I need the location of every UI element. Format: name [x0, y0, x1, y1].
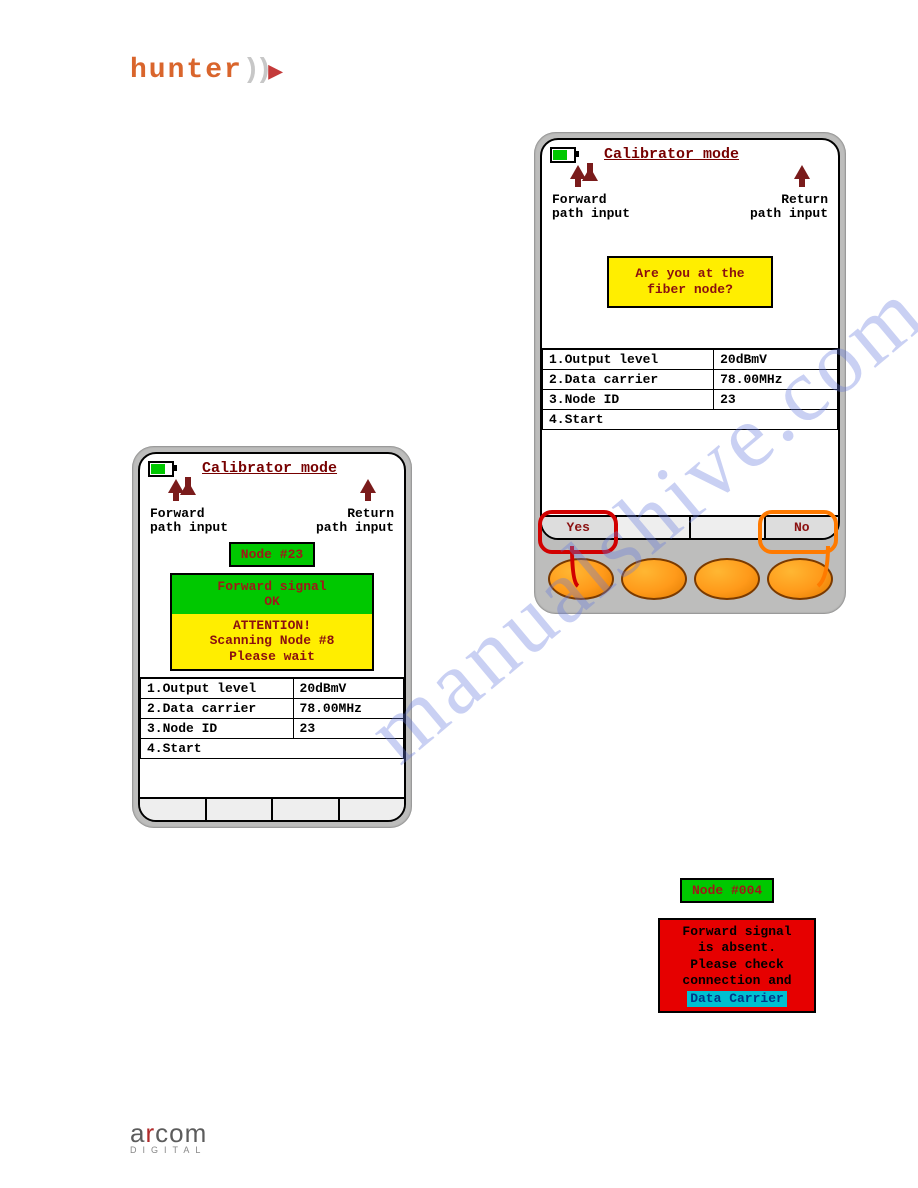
table-row: 4.Start [543, 410, 838, 430]
swoosh-icon: )) [243, 55, 269, 86]
softkey-yes[interactable]: Yes [542, 517, 617, 538]
table-row: 4.Start [141, 738, 404, 758]
settings-table: 1.Output level20dBmV 2.Data carrier78.00… [140, 677, 404, 759]
node-badge: Node #004 [680, 878, 774, 903]
device-left: Calibrator mode Forward path input Retur… [132, 446, 412, 828]
table-row: 3.Node ID23 [141, 718, 404, 738]
battery-icon [148, 461, 174, 477]
hardware-button-2[interactable] [621, 558, 687, 600]
device-right: Calibrator mode Forward path input Retur… [534, 132, 846, 614]
softkey-blank: . [617, 517, 692, 538]
return-path-label: Return path input [277, 507, 394, 536]
arrow-icon: ▶ [268, 63, 284, 83]
up-arrow-icon [360, 479, 376, 493]
softkey-blank: . [691, 517, 766, 538]
table-row: 1.Output level20dBmV [141, 678, 404, 699]
battery-icon [550, 147, 576, 163]
table-row: 2.Data carrier78.00MHz [543, 370, 838, 390]
settings-table: 1.Output level20dBmV 2.Data carrier78.00… [542, 348, 838, 430]
hardware-button-3[interactable] [694, 558, 760, 600]
screen-title: Calibrator mode [202, 460, 337, 477]
up-arrow-icon [794, 165, 810, 179]
softkey-blank: . [273, 799, 340, 820]
softkey-blank: . [207, 799, 274, 820]
status-message-box: Forward signal OK ATTENTION! Scanning No… [170, 573, 374, 671]
hunter-logo: hunter))▶ [130, 55, 284, 86]
up-arrow-icon [570, 165, 586, 179]
logo-text: hunter [130, 55, 243, 86]
hardware-button-4[interactable] [767, 558, 833, 600]
forward-path-label: Forward path input [552, 193, 684, 222]
screen-title: Calibrator mode [604, 146, 739, 163]
table-row: 3.Node ID23 [543, 390, 838, 410]
up-arrow-icon [168, 479, 184, 493]
confirmation-prompt: Are you at the fiber node? [607, 256, 773, 309]
error-message-box: Forward signal is absent. Please check c… [658, 918, 816, 1013]
softkey-blank: . [140, 799, 207, 820]
arcom-logo: arcom DIGITAL [130, 1118, 210, 1155]
hardware-button-1[interactable] [548, 558, 614, 600]
softkey-no[interactable]: No [766, 517, 839, 538]
forward-path-label: Forward path input [150, 507, 267, 536]
table-row: 2.Data carrier78.00MHz [141, 698, 404, 718]
table-row: 1.Output level20dBmV [543, 349, 838, 370]
softkey-blank: . [340, 799, 405, 820]
return-path-label: Return path input [696, 193, 828, 222]
node-badge: Node #23 [229, 542, 315, 567]
